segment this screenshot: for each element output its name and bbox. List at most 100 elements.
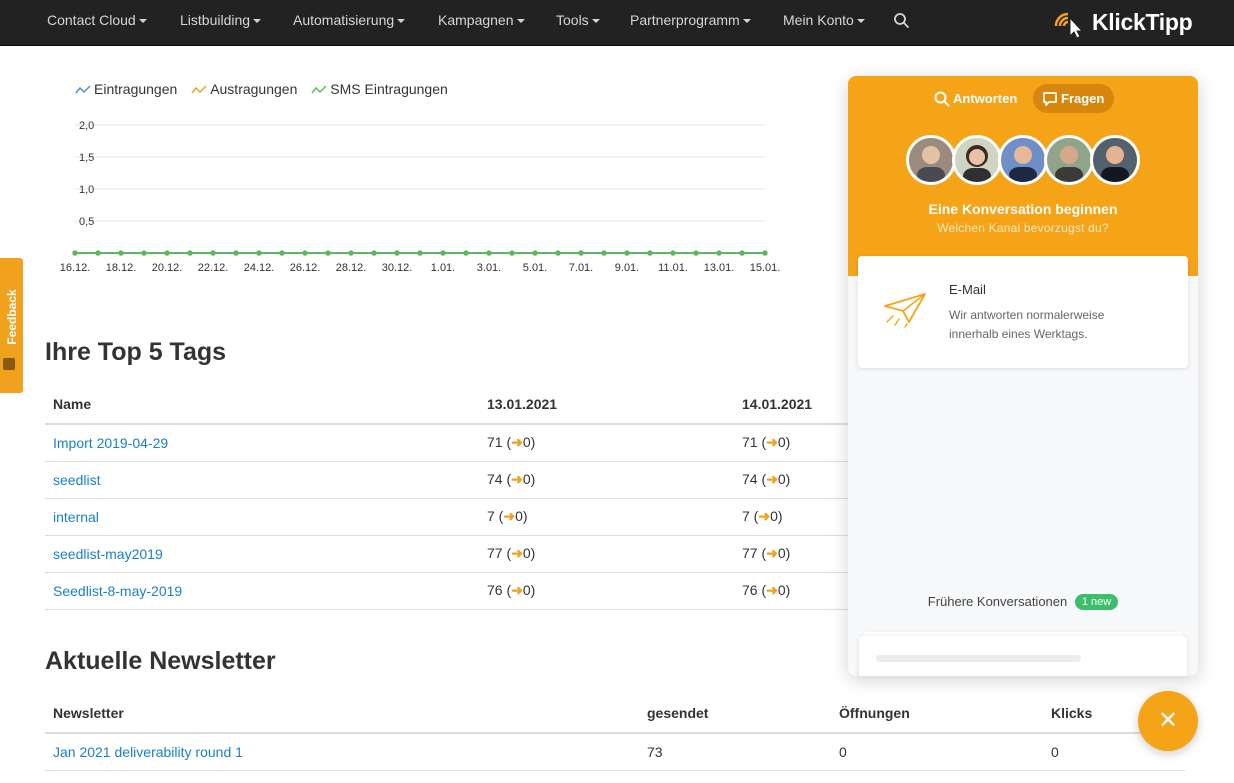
column-header: gesendet [639, 693, 831, 734]
tab-answers[interactable]: Antworten [925, 84, 1027, 113]
table-header-row: Name 13.01.2021 14.01.2021 [45, 384, 865, 425]
tag-link[interactable]: seedlist-may2019 [53, 546, 163, 562]
caret-down-icon [138, 19, 147, 24]
tag-count-cell: 74 (➜0) [734, 461, 865, 499]
widget-title: Eine Konversation beginnen [928, 201, 1118, 217]
feedback-tab[interactable]: Feedback [0, 258, 23, 393]
avatar [906, 135, 956, 185]
tag-link[interactable]: internal [53, 509, 99, 525]
activity-chart: Eintragungen Austragungen SMS Eintragung… [55, 75, 795, 285]
person-icon [909, 138, 953, 182]
nav-listbuilding[interactable]: Listbuilding [180, 0, 262, 46]
tag-link[interactable]: Import 2019-04-29 [53, 435, 168, 451]
table-row: seedlist-may2019 77 (➜0) 77 (➜0) [45, 535, 865, 573]
data-point [532, 250, 538, 256]
tags-title: Ihre Top 5 Tags [45, 338, 227, 366]
data-point [210, 250, 216, 256]
count-value: 74 [742, 471, 758, 487]
conversation-card[interactable] [859, 636, 1187, 676]
data-point [693, 250, 699, 256]
tag-link[interactable]: seedlist [53, 472, 100, 488]
arrow-right-icon: ➜ [766, 582, 778, 598]
newsletter-link[interactable]: Jan 2021 deliverability round 1 [53, 744, 243, 760]
x-tick-label: 3.01. [477, 262, 501, 274]
x-tick-label: 7.01. [569, 262, 593, 274]
nav-partnerprogramm[interactable]: Partnerprogramm [630, 0, 751, 46]
nav-mein-konto[interactable]: Mein Konto [783, 0, 865, 46]
delta-value: 0 [777, 545, 786, 561]
x-tick-label: 5.01. [523, 262, 547, 274]
data-point [670, 250, 676, 256]
data-point [601, 250, 607, 256]
tag-name-cell: internal [45, 498, 479, 536]
tag-count-cell: 71 (➜0) [734, 424, 865, 462]
nav-tools[interactable]: Tools [556, 0, 600, 46]
email-channel-description: Wir antworten normalerweise innerhalb ei… [949, 308, 1105, 341]
tag-name-cell: seedlist-may2019 [45, 535, 479, 573]
count-value: 76 [487, 582, 503, 598]
tag-link[interactable]: Seedlist-8-may-2019 [53, 583, 182, 599]
email-channel-card[interactable]: E-Mail Wir antworten normalerweise inner… [858, 256, 1188, 368]
tag-count-cell: 76 (➜0) [734, 572, 865, 610]
column-header: Name [45, 384, 479, 425]
close-chat-button[interactable]: ✕ [1138, 691, 1198, 751]
nav-label: Contact Cloud [47, 12, 136, 28]
caret-down-icon [516, 19, 525, 24]
avatar [998, 135, 1048, 185]
x-tick-label: 22.12. [198, 262, 229, 274]
delta-value: 0 [522, 434, 531, 451]
caret-down-icon [591, 19, 600, 24]
data-point [348, 250, 354, 256]
tag-name-cell: seedlist [45, 461, 479, 499]
close-icon: ✕ [1157, 707, 1179, 734]
x-tick-label: 9.01. [615, 262, 639, 274]
data-point [325, 250, 331, 256]
x-tick-label: 20.12. [152, 262, 183, 274]
arrow-right-icon: ➜ [511, 434, 523, 451]
count-value: 71 [487, 434, 503, 451]
delta-value: 0 [522, 582, 531, 598]
count-value: 74 [487, 471, 503, 487]
caret-down-icon [856, 19, 865, 24]
tag-count-cell: 76 (➜0) [479, 572, 734, 610]
nav-label: Mein Konto [783, 12, 854, 28]
previous-conversations[interactable]: Frühere Konversationen 1 new [848, 594, 1198, 610]
x-tick-label: 30.12. [382, 262, 413, 274]
data-point [394, 250, 400, 256]
avatar [1044, 135, 1094, 185]
delta-value: 0 [515, 508, 523, 524]
tab-questions[interactable]: Fragen [1033, 84, 1115, 113]
table-row: Seedlist-8-may-2019 76 (➜0) 76 (➜0) [45, 572, 865, 610]
klicktipp-logo[interactable]: KlickTipp [1054, 4, 1193, 40]
y-tick-label: 1,5 [79, 152, 94, 164]
count-value: 77 [742, 545, 758, 561]
newsletter-name-cell: Jan 2021 deliverability round 1 [45, 733, 639, 771]
column-header: 13.01.2021 [479, 384, 734, 425]
person-icon [955, 138, 999, 182]
table-row: seedlist 74 (➜0) 74 (➜0) [45, 461, 865, 499]
data-point [624, 250, 630, 256]
y-tick-label: 0,5 [79, 216, 94, 228]
person-icon [1047, 138, 1091, 182]
nav-kampagnen[interactable]: Kampagnen [438, 0, 525, 46]
tag-count-cell: 7 (➜0) [734, 498, 865, 536]
search-icon[interactable] [893, 12, 911, 30]
newsletter-table: Newsletter gesendet Öffnungen Klicks Jan… [45, 693, 1185, 771]
data-point [256, 250, 262, 256]
y-tick-label: 1,0 [79, 184, 94, 196]
table-row: Import 2019-04-29 71 (➜0) 71 (➜0) [45, 424, 865, 462]
nav-contact-cloud[interactable]: Contact Cloud [47, 0, 147, 46]
data-point [95, 250, 101, 256]
feedback-label: Feedback [5, 289, 19, 345]
nav-label: Automatisierung [293, 12, 395, 28]
nav-label: Kampagnen [438, 12, 514, 28]
person-icon [1001, 138, 1045, 182]
nav-automatisierung[interactable]: Automatisierung [293, 0, 406, 46]
avatar [952, 135, 1002, 185]
data-point [647, 250, 653, 256]
y-tick-label: 2,0 [79, 120, 94, 132]
tab-label: Fragen [1061, 91, 1105, 106]
count-value: 77 [487, 545, 503, 561]
x-tick-label: 1.01. [431, 262, 455, 274]
data-point [233, 250, 239, 256]
